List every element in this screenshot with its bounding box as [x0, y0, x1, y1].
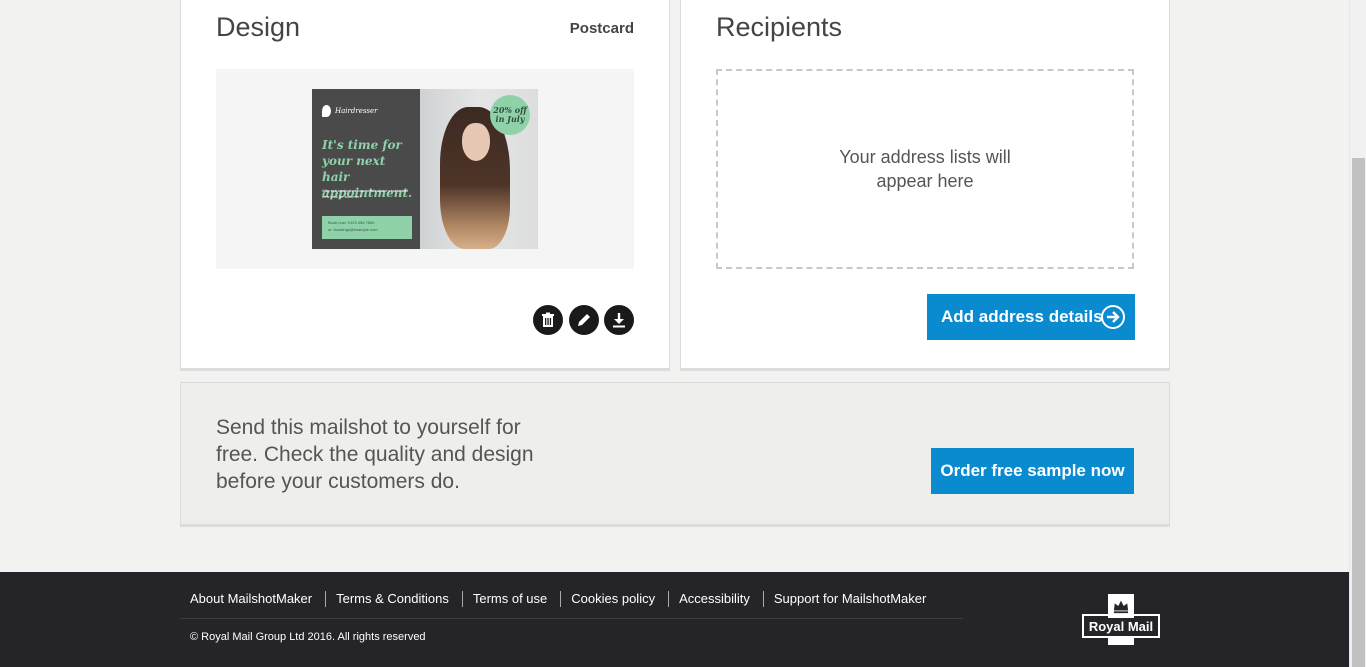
- footer-link-terms-conditions[interactable]: Terms & Conditions: [326, 591, 463, 607]
- brand-logo-icon: [322, 105, 331, 117]
- logo-foot: [1108, 638, 1134, 645]
- order-free-sample-button[interactable]: Order free sample now: [931, 448, 1134, 494]
- edit-design-button[interactable]: [569, 305, 599, 335]
- footer-link-support[interactable]: Support for MailshotMaker: [764, 591, 939, 607]
- postcard-photo-face: [462, 123, 490, 161]
- footer-links: About MailshotMaker Terms & Conditions T…: [180, 591, 963, 619]
- recipients-title: Recipients: [716, 12, 843, 42]
- arrow-right-icon: [1101, 305, 1125, 329]
- add-address-button[interactable]: Add address details: [927, 294, 1135, 340]
- free-sample-message: Send this mailshot to yourself for free.…: [216, 416, 534, 493]
- footer-link-terms-of-use[interactable]: Terms of use: [463, 591, 562, 607]
- pencil-icon: [578, 314, 590, 326]
- postcard-booking-line2: or: bookings@example.com: [328, 227, 378, 232]
- royal-mail-logo[interactable]: Royal Mail: [1082, 594, 1160, 645]
- postcard-front-panel: Hairdresser It's time for your next hair…: [312, 89, 420, 249]
- design-preview-area: Hairdresser It's time for your next hair…: [216, 69, 634, 269]
- postcard-subtext: Why not contact us now to talk about you…: [322, 188, 408, 199]
- download-design-button[interactable]: [604, 305, 634, 335]
- address-empty-message: Your address lists will appear here: [839, 147, 1011, 191]
- format-label: Postcard: [569, 20, 634, 37]
- postcard-preview[interactable]: Hairdresser It's time for your next hair…: [312, 89, 538, 249]
- recipients-card: Recipients Your address lists will appea…: [680, 0, 1170, 371]
- postcard-discount-badge: 20% off in July: [490, 95, 530, 135]
- royal-mail-wordmark: Royal Mail: [1082, 614, 1160, 638]
- vertical-scrollbar[interactable]: [1349, 0, 1366, 667]
- postcard-brand-name: Hairdresser: [335, 107, 378, 115]
- design-card: Design Postcard Hairdresser It's time fo…: [180, 0, 670, 371]
- trash-icon: [542, 312, 554, 327]
- address-list-placeholder: Your address lists will appear here: [716, 69, 1134, 269]
- design-title: Design: [216, 12, 301, 42]
- add-address-label: Add address details: [941, 307, 1103, 326]
- download-icon: [613, 313, 625, 328]
- delete-design-button[interactable]: [533, 305, 563, 335]
- order-free-sample-label: Order free sample now: [940, 461, 1125, 480]
- scrollbar-thumb[interactable]: [1352, 158, 1365, 667]
- postcard-booking-line1: Book now: 0123 456 7890: [328, 220, 375, 225]
- footer-link-accessibility[interactable]: Accessibility: [669, 591, 764, 607]
- footer: About MailshotMaker Terms & Conditions T…: [0, 572, 1349, 667]
- postcard-photo-panel: 20% off in July: [420, 89, 538, 249]
- footer-link-cookies[interactable]: Cookies policy: [561, 591, 670, 607]
- copyright-text: © Royal Mail Group Ltd 2016. All rights …: [190, 631, 426, 643]
- postcard-booking-box: Book now: 0123 456 7890 or: bookings@exa…: [322, 216, 412, 239]
- postcard-brand: Hairdresser: [322, 105, 378, 117]
- footer-link-about[interactable]: About MailshotMaker: [180, 591, 327, 607]
- free-sample-panel: Send this mailshot to yourself for free.…: [180, 382, 1170, 527]
